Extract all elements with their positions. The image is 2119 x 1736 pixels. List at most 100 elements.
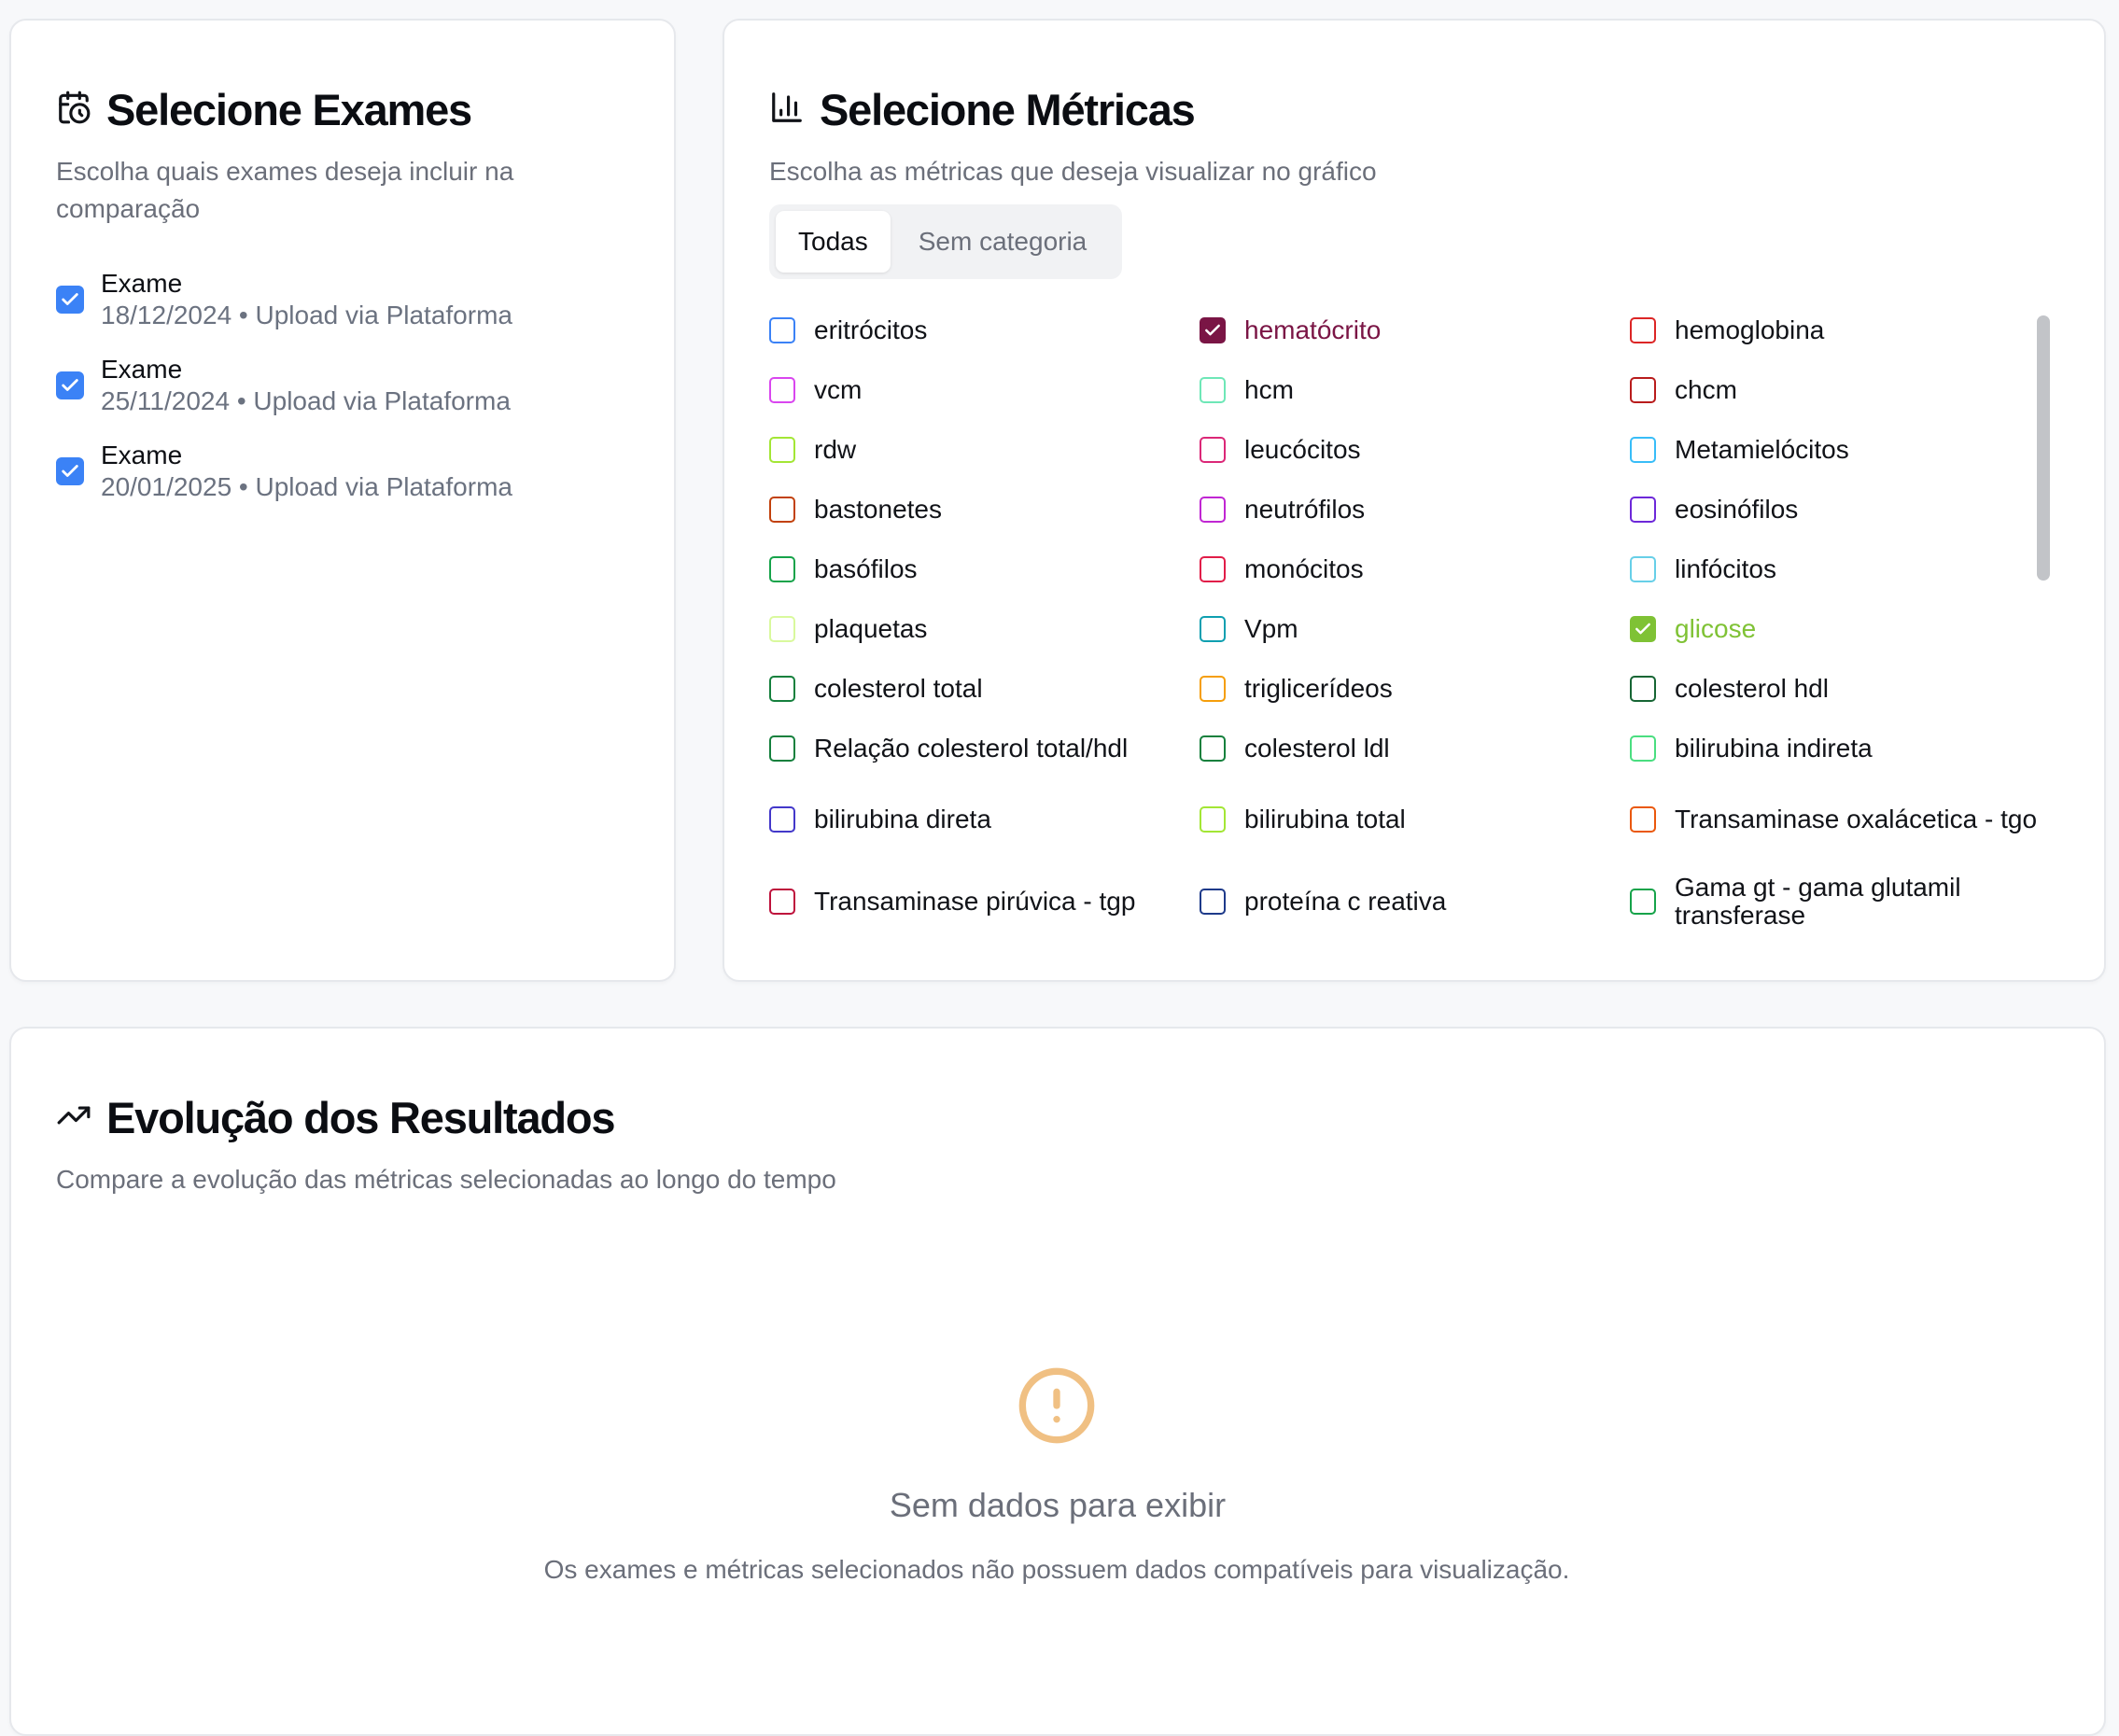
metric-checkbox[interactable]	[1630, 806, 1656, 833]
metric-item[interactable]: hemoglobina	[1630, 301, 2056, 360]
metric-label: Metamielócitos	[1675, 435, 1849, 464]
metric-checkbox[interactable]	[1630, 616, 1656, 642]
metric-item[interactable]: chcm	[1630, 360, 2056, 420]
exam-meta: 20/01/2025 • Upload via Plataforma	[101, 472, 512, 501]
metric-item[interactable]: colesterol hdl	[1630, 659, 2056, 719]
exam-checkbox[interactable]	[56, 457, 84, 485]
metric-item[interactable]: bilirubina direta	[769, 778, 1200, 861]
metric-checkbox[interactable]	[769, 556, 795, 582]
metric-checkbox[interactable]	[1200, 556, 1226, 582]
metric-item[interactable]: neutrófilos	[1200, 480, 1630, 539]
metric-item[interactable]: bilirubina total	[1200, 778, 1630, 861]
metric-item[interactable]: leucócitos	[1200, 420, 1630, 480]
metric-checkbox[interactable]	[1630, 437, 1656, 463]
metric-item[interactable]: rdw	[769, 420, 1200, 480]
metric-item[interactable]: eosinófilos	[1630, 480, 2056, 539]
metric-item[interactable]: Vpm	[1200, 599, 1630, 659]
metric-checkbox[interactable]	[769, 889, 795, 915]
metric-checkbox[interactable]	[1200, 497, 1226, 523]
scrollbar-thumb[interactable]	[2037, 315, 2050, 581]
tab-sem-categoria[interactable]: Sem categoria	[896, 211, 1110, 273]
metric-label: hematócrito	[1244, 315, 1382, 344]
calendar-clock-icon	[56, 90, 91, 130]
metric-label: bilirubina indireta	[1675, 734, 1873, 763]
metric-checkbox[interactable]	[1200, 889, 1226, 915]
metric-label: monócitos	[1244, 554, 1364, 583]
metric-item[interactable]: Gama gt - gama glutamil transferase	[1630, 861, 2056, 926]
chart-description: Compare a evolução das métricas selecion…	[56, 1165, 836, 1194]
metric-item[interactable]: hematócrito	[1200, 301, 1630, 360]
metric-item[interactable]: Relação colesterol total/hdl	[769, 719, 1200, 778]
metric-label: colesterol ldl	[1244, 734, 1390, 763]
metric-checkbox[interactable]	[1630, 889, 1656, 915]
exam-meta: 18/12/2024 • Upload via Plataforma	[101, 301, 512, 329]
check-icon	[60, 461, 80, 482]
metric-item[interactable]: colesterol total	[769, 659, 1200, 719]
metric-label: neutrófilos	[1244, 495, 1366, 524]
metric-item[interactable]: triglicerídeos	[1200, 659, 1630, 719]
metrics-grid: eritrócitos hematócrito hemoglobina vcm hcm c…	[769, 301, 2056, 926]
metric-checkbox[interactable]	[1630, 377, 1656, 403]
metric-label: chcm	[1675, 375, 1737, 404]
metric-item[interactable]: bastonetes	[769, 480, 1200, 539]
metric-item[interactable]: plaquetas	[769, 599, 1200, 659]
metric-checkbox[interactable]	[1200, 735, 1226, 762]
metric-item[interactable]: hcm	[1200, 360, 1630, 420]
metric-checkbox[interactable]	[1630, 735, 1656, 762]
metric-checkbox[interactable]	[1200, 676, 1226, 702]
metric-checkbox[interactable]	[1630, 556, 1656, 582]
metric-label: basófilos	[814, 554, 918, 583]
metric-item[interactable]: basófilos	[769, 539, 1200, 599]
exam-list: Exame 18/12/2024 • Upload via Plataforma E…	[56, 257, 653, 514]
metric-checkbox[interactable]	[1200, 616, 1226, 642]
exam-texts: Exame 25/11/2024 • Upload via Plataforma	[101, 354, 511, 417]
metric-label: colesterol hdl	[1675, 674, 1829, 703]
metric-checkbox[interactable]	[769, 616, 795, 642]
exam-checkbox[interactable]	[56, 286, 84, 314]
check-icon	[1203, 321, 1222, 340]
metric-item[interactable]: colesterol ldl	[1200, 719, 1630, 778]
empty-state-title: Sem dados para exibir	[889, 1486, 1227, 1524]
metric-item[interactable]: vcm	[769, 360, 1200, 420]
metric-item[interactable]: Transaminase oxalácetica - tgo	[1630, 778, 2056, 861]
metric-item[interactable]: Transaminase pirúvica - tgp	[769, 861, 1200, 926]
metric-checkbox[interactable]	[769, 497, 795, 523]
metrics-scrollbar[interactable]	[2033, 310, 2054, 926]
exam-item[interactable]: Exame 18/12/2024 • Upload via Plataforma	[56, 257, 653, 343]
metric-item[interactable]: glicose	[1630, 599, 2056, 659]
exam-checkbox[interactable]	[56, 371, 84, 399]
metric-label: hcm	[1244, 375, 1294, 404]
exam-item[interactable]: Exame 20/01/2025 • Upload via Plataforma	[56, 428, 653, 514]
metric-label: bilirubina direta	[814, 805, 991, 833]
metric-checkbox[interactable]	[1630, 317, 1656, 343]
metric-checkbox[interactable]	[1630, 676, 1656, 702]
metric-checkbox[interactable]	[769, 437, 795, 463]
metric-checkbox[interactable]	[1200, 317, 1226, 343]
metric-label: linfócitos	[1675, 554, 1776, 583]
metric-item[interactable]: eritrócitos	[769, 301, 1200, 360]
metric-label: glicose	[1675, 614, 1757, 643]
exams-card: Selecione Exames Escolha quais exames de…	[9, 19, 676, 982]
metric-checkbox[interactable]	[1200, 377, 1226, 403]
metric-item[interactable]: monócitos	[1200, 539, 1630, 599]
metric-checkbox[interactable]	[1200, 806, 1226, 833]
metrics-card-header: Selecione Métricas Escolha as métricas q…	[769, 67, 2067, 190]
metrics-title: Selecione Métricas	[820, 84, 1196, 134]
metric-checkbox[interactable]	[769, 676, 795, 702]
metric-checkbox[interactable]	[769, 377, 795, 403]
metric-item[interactable]: proteína c reativa	[1200, 861, 1630, 926]
metric-label: bastonetes	[814, 495, 942, 524]
metric-checkbox[interactable]	[769, 806, 795, 833]
metric-checkbox[interactable]	[1630, 497, 1656, 523]
metric-item[interactable]: linfócitos	[1630, 539, 2056, 599]
metric-checkbox[interactable]	[769, 735, 795, 762]
metric-checkbox[interactable]	[1200, 437, 1226, 463]
tab-todas[interactable]: Todas	[776, 211, 891, 273]
metric-checkbox[interactable]	[769, 317, 795, 343]
exams-description: Escolha quais exames deseja incluir na c…	[56, 157, 514, 223]
exam-item[interactable]: Exame 25/11/2024 • Upload via Plataforma	[56, 343, 653, 428]
metrics-card: Selecione Métricas Escolha as métricas q…	[723, 19, 2106, 982]
metrics-scroll-area[interactable]: eritrócitos hematócrito hemoglobina vcm hcm c…	[769, 301, 2056, 926]
metric-item[interactable]: Metamielócitos	[1630, 420, 2056, 480]
metric-item[interactable]: bilirubina indireta	[1630, 719, 2056, 778]
